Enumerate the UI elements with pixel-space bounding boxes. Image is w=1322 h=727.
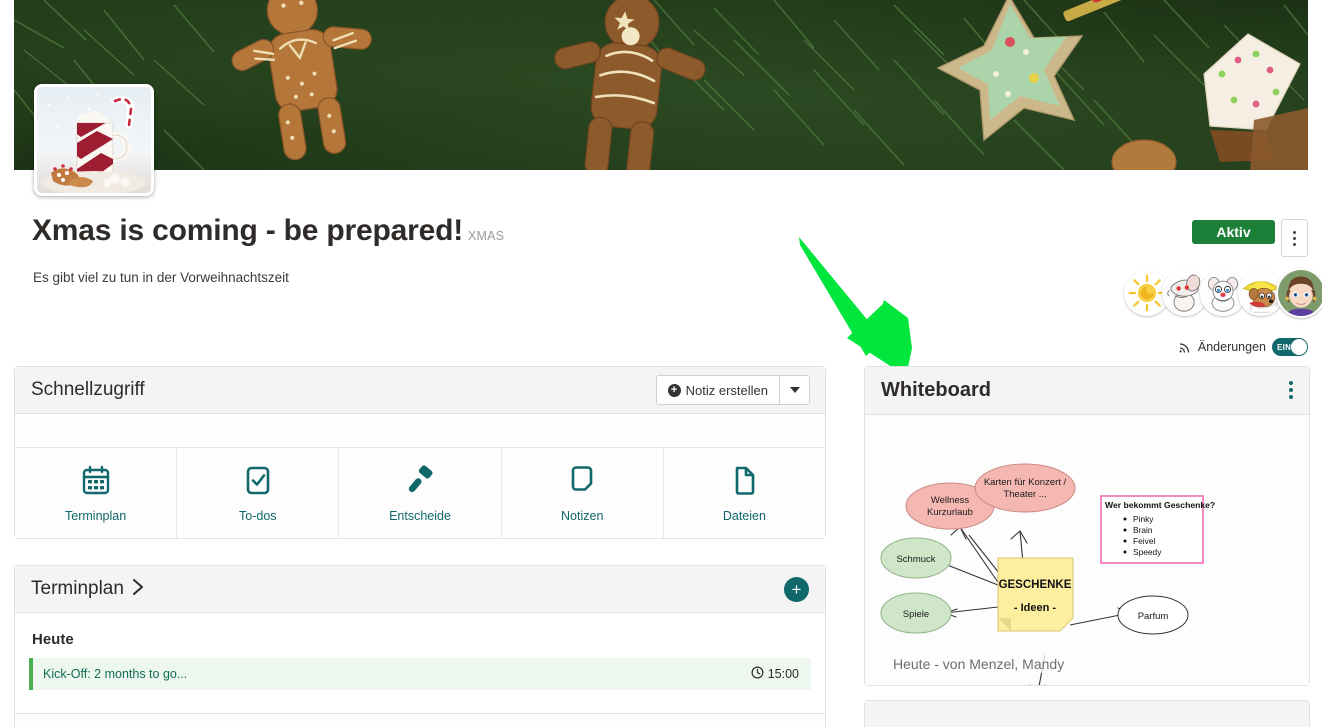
whiteboard-kebab-menu-icon[interactable]	[1289, 381, 1293, 399]
quick-item-label: To-dos	[239, 508, 277, 523]
wb-node-label-parfum: Parfum	[1138, 611, 1169, 622]
changes-label: Änderungen	[1197, 340, 1266, 354]
clock-icon	[751, 666, 764, 682]
quick-access-empty-row	[15, 414, 825, 448]
plus-circle-icon: +	[667, 383, 681, 397]
changes-toggle[interactable]: EIN	[1272, 338, 1308, 356]
toggle-knob	[1291, 339, 1307, 355]
create-note-label: Notiz erstellen	[685, 382, 768, 398]
wb-node-label-karten: Karten für Konzert /	[984, 477, 1067, 488]
whiteboard-header: Whiteboard	[865, 367, 1309, 415]
schedule-event-row[interactable]: Kick-Off: 2 months to go... 15:00	[29, 658, 811, 690]
member-avatars	[1124, 268, 1322, 318]
project-thumbnail[interactable]	[34, 84, 154, 196]
changes-subscription-row: Änderungen EIN	[1178, 338, 1308, 356]
quick-access-header: Schnellzugriff + Notiz erstellen	[15, 367, 825, 414]
chevron-right-icon	[132, 578, 144, 601]
whiteboard-title: Whiteboard	[881, 379, 991, 401]
wb-list-item-3: Speedy	[1133, 547, 1162, 557]
wb-list-item-1: Brain	[1133, 525, 1153, 535]
wb-node-label-spiele: Spiele	[903, 609, 929, 620]
schedule-title: Terminplan	[31, 578, 124, 599]
person-avatar[interactable]	[1276, 268, 1322, 318]
quick-item-notizen[interactable]: Notizen	[501, 448, 664, 538]
quick-access-items: Terminplan To-dos Entscheide Notizen Dat…	[15, 448, 826, 538]
create-note-button[interactable]: + Notiz erstellen	[655, 375, 779, 405]
schedule-body: Heute Kick-Off: 2 months to go... 15:00	[15, 613, 825, 690]
quick-item-label: Terminplan	[65, 508, 127, 523]
rss-icon	[1178, 340, 1192, 354]
wb-node-label-wellness: Wellness	[931, 495, 970, 506]
quick-item-dateien[interactable]: Dateien	[663, 448, 826, 538]
svg-text:Kurzurlaub: Kurzurlaub	[927, 507, 973, 518]
svg-text:Theater ...: Theater ...	[1003, 489, 1046, 500]
quick-access-card: Schnellzugriff + Notiz erstellen Terminp…	[14, 366, 826, 539]
wb-center-label-line1: GESCHENKE	[999, 579, 1072, 591]
banner-image	[14, 0, 1308, 170]
add-appointment-button[interactable]: +	[784, 577, 809, 602]
status-badge-aktiv[interactable]: Aktiv	[1192, 220, 1275, 244]
event-time: 15:00	[751, 666, 799, 682]
create-note-button-group: + Notiz erstellen	[655, 375, 810, 405]
quick-item-label: Notizen	[561, 508, 604, 523]
quick-item-terminplan[interactable]: Terminplan	[15, 448, 178, 538]
schedule-next-card-peek	[14, 713, 826, 727]
whiteboard-card: Whiteboard Wellness Kurzurlaub Karten fü…	[864, 366, 1310, 686]
whiteboard-canvas[interactable]: Wellness Kurzurlaub Karten für Konzert /…	[865, 415, 1309, 685]
page-subtitle: Es gibt viel zu tun in der Vorweihnachts…	[33, 270, 289, 285]
wb-center-label-line2: - Ideen -	[1014, 602, 1057, 614]
quick-item-entscheide[interactable]: Entscheide	[339, 448, 502, 538]
whiteboard-next-card-peek	[864, 700, 1310, 727]
wb-list-title: Wer bekommt Geschenke?	[1105, 500, 1215, 510]
schedule-day-label: Heute	[32, 631, 74, 648]
calendar-icon	[80, 464, 112, 501]
page-kebab-menu-icon[interactable]	[1281, 219, 1308, 257]
quick-item-todos[interactable]: To-dos	[177, 448, 340, 538]
file-icon	[728, 464, 760, 501]
schedule-header[interactable]: Terminplan +	[15, 566, 825, 613]
wb-node-label-schmuck: Schmuck	[896, 554, 935, 565]
quick-item-label: Entscheide	[389, 508, 451, 523]
whiteboard-footer: Heute - von Menzel, Mandy	[889, 655, 1069, 673]
changes-toggle-state: EIN	[1277, 342, 1292, 352]
create-note-dropdown-button[interactable]	[779, 375, 810, 405]
gavel-icon	[404, 464, 436, 501]
note-icon	[566, 464, 598, 501]
plus-icon: +	[791, 580, 802, 599]
page-title: Xmas is coming - be prepared!	[32, 214, 463, 247]
wb-list-item-0: Pinky	[1133, 514, 1154, 524]
page-title-row: Xmas is coming - be prepared! XMAS	[32, 214, 504, 248]
next-card-header	[865, 701, 1309, 727]
event-time-text: 15:00	[767, 667, 799, 681]
wb-list-item-2: Feivel	[1133, 536, 1155, 546]
event-title: Kick-Off: 2 months to go...	[43, 667, 188, 681]
caret-down-icon	[789, 387, 800, 393]
quick-access-title: Schnellzugriff	[31, 379, 145, 400]
checkbox-icon	[242, 464, 274, 501]
app-page: Xmas is coming - be prepared! XMAS Es gi…	[0, 0, 1322, 727]
page-title-tag: XMAS	[468, 229, 505, 243]
schedule-card: Terminplan + Heute Kick-Off: 2 months to…	[14, 565, 826, 725]
quick-item-label: Dateien	[722, 508, 766, 523]
